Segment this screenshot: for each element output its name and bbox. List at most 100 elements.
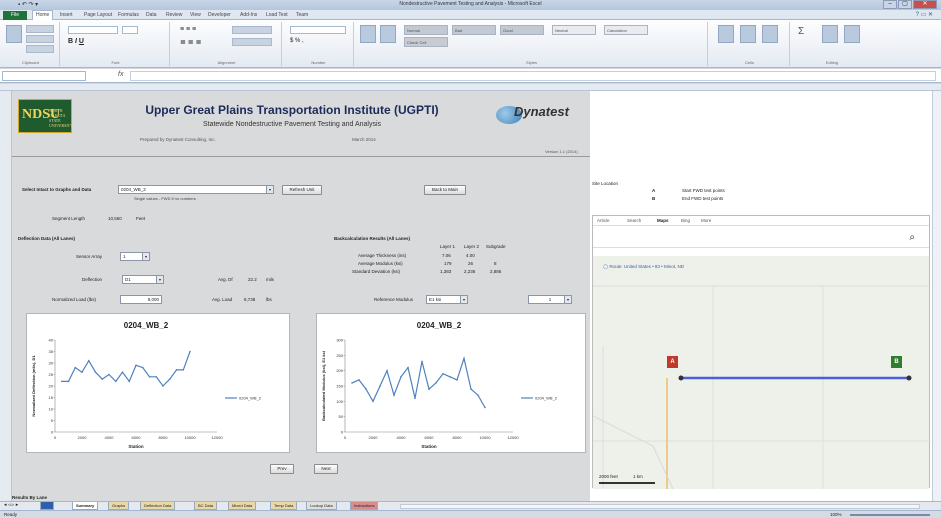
- chevron-down-icon[interactable]: ▾: [142, 253, 149, 260]
- chevron-down-icon[interactable]: ▾: [156, 276, 163, 283]
- font-name-select[interactable]: [68, 26, 118, 34]
- conditional-formatting-icon[interactable]: [360, 25, 376, 43]
- style-bad[interactable]: Bad: [452, 25, 496, 35]
- dynatest-logo: Dynatest: [492, 102, 588, 126]
- close-button[interactable]: ✕: [913, 0, 937, 9]
- map-nav-item[interactable]: Search: [627, 218, 641, 223]
- tab-developer[interactable]: Developer: [208, 12, 231, 18]
- quick-access-toolbar[interactable]: ▪ ↶ ↷ ▾: [18, 1, 38, 8]
- sheet-tab-summary[interactable]: Summary: [72, 502, 99, 510]
- sheet-tab-lookup-data[interactable]: Lookup Data: [306, 502, 337, 510]
- copy-button[interactable]: [26, 35, 54, 43]
- sheet-tab-graphs[interactable]: Graphs: [108, 502, 130, 510]
- format-painter-button[interactable]: [26, 45, 54, 53]
- tab-load-test[interactable]: Load Test: [266, 12, 288, 18]
- search-icon[interactable]: ⌕: [909, 232, 915, 243]
- sheet-tab[interactable]: [40, 502, 54, 510]
- map-nav-item-active[interactable]: Maps: [657, 218, 669, 223]
- tab-data[interactable]: Data: [146, 12, 157, 18]
- wrap-text-button[interactable]: [232, 26, 272, 34]
- tab-formulas[interactable]: Formulas: [118, 12, 139, 18]
- map-search-input[interactable]: [597, 233, 817, 245]
- ref-value-select[interactable]: 1 ▾: [528, 295, 572, 304]
- find-select-icon[interactable]: [844, 25, 860, 43]
- ref-modulus-select[interactable]: E1 ksi ▾: [426, 295, 468, 304]
- autosum-icon[interactable]: Σ: [798, 26, 804, 37]
- column-headers[interactable]: [0, 84, 941, 91]
- refresh-unit-button[interactable]: Refresh Unit: [282, 185, 322, 195]
- group-label: Clipboard: [21, 60, 40, 65]
- status-bar: Ready 100%: [0, 510, 941, 518]
- number-format-select[interactable]: [290, 26, 346, 34]
- sheet-nav-arrows[interactable]: ◂ ◃ ▹ ▸: [4, 502, 18, 508]
- sheet-tab-mixed-data[interactable]: Mixed Data: [228, 502, 257, 510]
- map-nav-item[interactable]: More: [701, 218, 711, 223]
- number-format-icon[interactable]: $ % ,: [290, 38, 304, 44]
- sort-filter-icon[interactable]: [822, 25, 838, 43]
- help-icon[interactable]: ? ▭ ✕: [916, 11, 933, 18]
- cut-button[interactable]: [26, 25, 54, 33]
- vertical-scrollbar[interactable]: [932, 91, 941, 501]
- directions-link[interactable]: ◯ Route: United States • 83 • Minot, ND: [603, 264, 684, 270]
- modulus-chart[interactable]: 0204_WB_2 0 50 100 150 200 250 300 0 2000 4000 6000…: [316, 313, 586, 453]
- map-canvas[interactable]: ◯ Route: United States • 83 • Minot, ND …: [592, 256, 931, 490]
- bold-icon[interactable]: B I U: [68, 38, 84, 45]
- minimize-button[interactable]: –: [883, 0, 897, 9]
- name-box[interactable]: [2, 71, 86, 81]
- tab-insert[interactable]: Insert: [60, 12, 73, 18]
- deflection-select[interactable]: D1 ▾: [122, 275, 164, 284]
- style-check-cell[interactable]: Check Cell: [404, 37, 448, 47]
- map-nav-item[interactable]: Article: [597, 218, 610, 223]
- file-tab[interactable]: File: [3, 11, 27, 20]
- delete-icon[interactable]: [740, 25, 756, 43]
- sheet-tab-temp-data[interactable]: Temp Data: [270, 502, 298, 510]
- style-normal[interactable]: Normal: [404, 25, 448, 35]
- chevron-down-icon[interactable]: ▾: [564, 296, 571, 303]
- map-marker-b[interactable]: B: [891, 356, 902, 368]
- align-icon[interactable]: ≡ ≡ ≡: [180, 26, 196, 33]
- series-line: [351, 356, 486, 408]
- tab-team[interactable]: Team: [296, 12, 308, 18]
- sheet-tab-instructions[interactable]: Instructions: [350, 502, 379, 510]
- next-button[interactable]: Next: [314, 464, 338, 474]
- sheet-tab-deflection-data[interactable]: Deflection Data: [140, 502, 176, 510]
- data-point: [442, 372, 444, 375]
- map-search-bar[interactable]: ⌕: [593, 230, 929, 248]
- data-point: [121, 371, 124, 373]
- prev-button[interactable]: Prev: [270, 464, 294, 474]
- indent-icon[interactable]: ≣ ≣ ≣: [180, 38, 202, 46]
- tab-review[interactable]: Review: [166, 12, 182, 18]
- formula-input[interactable]: [130, 71, 936, 81]
- sensor-select[interactable]: 1 ▾: [120, 252, 150, 261]
- data-point: [182, 369, 185, 371]
- fx-icon[interactable]: fx: [118, 71, 123, 78]
- style-good[interactable]: Good: [500, 25, 544, 35]
- horizontal-scrollbar[interactable]: [400, 504, 920, 509]
- row-headers[interactable]: [0, 91, 12, 501]
- back-to-main-button[interactable]: Back to Main: [424, 185, 466, 195]
- font-size-select[interactable]: [122, 26, 138, 34]
- segment-length-label: Segment Length: [52, 216, 86, 221]
- tab-view[interactable]: View: [190, 12, 201, 18]
- style-neutral[interactable]: Neutral: [552, 25, 596, 35]
- format-icon[interactable]: [762, 25, 778, 43]
- chevron-down-icon[interactable]: ▾: [460, 296, 467, 303]
- tab-add-ins[interactable]: Add-Ins: [240, 12, 257, 18]
- tab-page-layout[interactable]: Page Layout: [84, 12, 112, 18]
- normalized-load-input[interactable]: 9,000: [120, 295, 162, 304]
- format-as-table-icon[interactable]: [380, 25, 396, 43]
- map-panel[interactable]: Article Search Maps Bing More ⌕ Road Bir…: [592, 215, 931, 490]
- y-tick-label: 150: [336, 384, 343, 389]
- sheet-tab-bc-data[interactable]: BC Data: [194, 502, 218, 510]
- zoom-slider[interactable]: [850, 514, 930, 516]
- insert-icon[interactable]: [718, 25, 734, 43]
- chevron-down-icon[interactable]: ▾: [266, 186, 273, 193]
- map-nav-item[interactable]: Bing: [681, 218, 690, 223]
- style-calculation[interactable]: Calculation: [604, 25, 648, 35]
- map-marker-a[interactable]: A: [667, 356, 678, 368]
- maximize-button[interactable]: ▢: [898, 0, 912, 9]
- paste-icon[interactable]: [6, 25, 22, 43]
- merge-center-button[interactable]: [232, 38, 272, 46]
- deflection-chart[interactable]: 0204_WB_2 0 5 10 15 20 25 30 35 40 0 2000 4000 6000 80…: [26, 313, 290, 453]
- segment-select[interactable]: 0204_WB_2 ▾: [118, 185, 274, 194]
